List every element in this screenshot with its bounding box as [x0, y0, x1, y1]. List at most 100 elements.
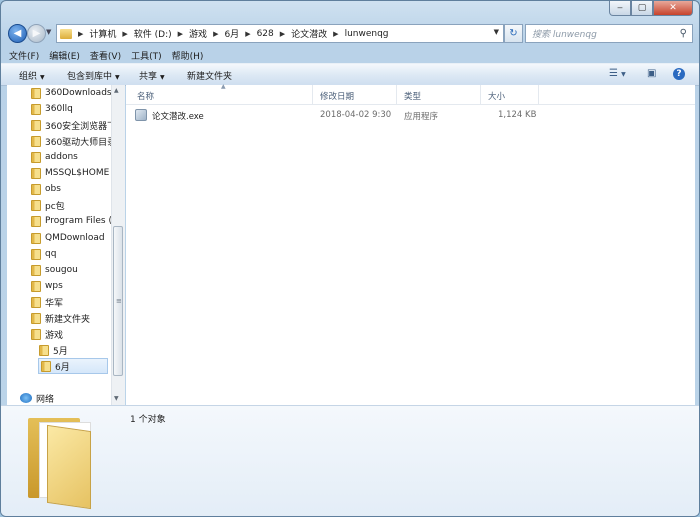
tree-item[interactable]: Program Files (: [31, 213, 111, 229]
breadcrumb-computer[interactable]: 计算机: [89, 27, 116, 40]
tree-item[interactable]: 新建文件夹: [31, 310, 90, 326]
breadcrumb-628[interactable]: 628: [257, 29, 274, 39]
breadcrumb-drive[interactable]: 软件 (D:): [134, 27, 172, 40]
tree-item[interactable]: addons: [31, 149, 78, 165]
minimize-button[interactable]: ‒: [609, 1, 631, 16]
column-size[interactable]: 大小: [488, 90, 505, 102]
tree-item[interactable]: qq: [31, 246, 56, 262]
tree-item-label: obs: [45, 184, 61, 194]
tree-item-label: 华军: [45, 298, 64, 309]
breadcrumb-games[interactable]: 游戏: [189, 27, 207, 40]
forward-button[interactable]: ▶: [27, 24, 46, 43]
preview-pane-icon[interactable]: ▣: [647, 68, 656, 79]
close-button[interactable]: ✕: [653, 1, 693, 16]
tree-item-label: 网络: [36, 394, 55, 405]
chevron-right-icon[interactable]: ▶: [245, 30, 250, 38]
new-folder-button[interactable]: 新建文件夹: [187, 69, 232, 82]
chevron-right-icon[interactable]: ▶: [280, 30, 285, 38]
folder-icon: [31, 87, 41, 99]
tree-item-label: Program Files (: [45, 216, 111, 226]
chevron-right-icon[interactable]: ▶: [122, 30, 127, 38]
chevron-right-icon[interactable]: ▶: [178, 30, 183, 38]
address-bar[interactable]: ▶ 计算机 ▶ 软件 (D:) ▶ 游戏 ▶ 6月 ▶ 628 ▶ 论文潜改 ▶…: [56, 24, 504, 43]
breadcrumb-paper-edit[interactable]: 论文潜改: [291, 27, 327, 40]
file-row[interactable]: 论文潜改.exe 2018-04-02 9:30 应用程序 1,124 KB: [126, 107, 695, 123]
tree-item[interactable]: 360驱动大师目录: [31, 133, 111, 149]
folder-icon: [31, 151, 41, 163]
tree-item[interactable]: QMDownload: [31, 230, 105, 246]
sort-indicator-icon: ▲: [221, 83, 226, 90]
tree-item[interactable]: 360llq: [31, 101, 73, 117]
scrollbar-thumb[interactable]: ≡: [113, 226, 123, 376]
search-icon[interactable]: ⚲: [680, 28, 687, 39]
tree-item-games[interactable]: 游戏: [31, 326, 63, 342]
share-label: 共享: [139, 72, 158, 82]
recent-pages-dropdown[interactable]: ▼: [46, 28, 51, 36]
include-in-library-label: 包含到库中: [67, 72, 113, 82]
chevron-right-icon[interactable]: ▶: [333, 30, 338, 38]
column-header-row: ▲ 名称 修改日期 类型 大小: [126, 83, 695, 105]
folder-icon: [31, 135, 41, 147]
tree-item[interactable]: 360Downloads: [31, 85, 111, 101]
chevron-right-icon[interactable]: ▶: [78, 30, 83, 38]
organize-button[interactable]: 组织 ▼: [19, 69, 45, 82]
column-type[interactable]: 类型: [404, 90, 421, 102]
folder-icon: [31, 296, 41, 308]
menu-help[interactable]: 帮助(H): [172, 49, 204, 62]
tree-item-network[interactable]: 网络: [20, 390, 54, 405]
folder-icon: [31, 119, 41, 131]
menu-file[interactable]: 文件(F): [9, 49, 39, 62]
share-button[interactable]: 共享 ▼: [139, 69, 165, 82]
scroll-down-icon[interactable]: ▼: [114, 395, 119, 402]
folder-icon: [31, 248, 41, 260]
help-icon[interactable]: ?: [673, 68, 685, 80]
chevron-right-icon[interactable]: ▶: [213, 30, 218, 38]
column-modified[interactable]: 修改日期: [320, 90, 354, 102]
tree-item[interactable]: sougou: [31, 262, 78, 278]
tree-item[interactable]: MSSQL$HOME: [31, 165, 109, 181]
folder-icon: [31, 167, 41, 179]
chevron-down-icon: ▼: [40, 74, 45, 81]
folder-icon: [31, 280, 41, 292]
file-modified: 2018-04-02 9:30: [320, 110, 392, 120]
column-divider[interactable]: [538, 85, 539, 104]
tree-item-label: 360安全浏览器下: [45, 121, 111, 132]
nav-pane-scrollbar[interactable]: ▲ ≡ ▼: [111, 85, 125, 405]
organize-label: 组织: [19, 72, 38, 82]
tree-item-may[interactable]: 5月: [39, 342, 68, 358]
refresh-button[interactable]: ↻: [504, 24, 523, 43]
file-name[interactable]: 论文潜改.exe: [152, 110, 204, 122]
menu-bar: 文件(F) 编辑(E) 查看(V) 工具(T) 帮助(H): [1, 47, 699, 63]
menu-edit[interactable]: 编辑(E): [49, 49, 80, 62]
tree-item[interactable]: obs: [31, 181, 61, 197]
folder-icon: [31, 215, 41, 227]
folder-icon: [60, 28, 72, 39]
tree-item-june-selected[interactable]: 6月: [38, 358, 108, 374]
folder-icon: [31, 183, 41, 195]
menu-view[interactable]: 查看(V): [90, 49, 121, 62]
menu-tools[interactable]: 工具(T): [131, 49, 162, 62]
refresh-icon: ↻: [509, 28, 518, 39]
tree-item[interactable]: wps: [31, 278, 63, 294]
column-divider[interactable]: [480, 85, 481, 104]
search-box[interactable]: 搜索 lunwenqg ⚲: [525, 24, 693, 43]
tree-item[interactable]: 360安全浏览器下: [31, 117, 111, 133]
breadcrumb-june[interactable]: 6月: [224, 27, 239, 40]
back-button[interactable]: ◀: [8, 24, 27, 43]
search-input[interactable]: 搜索 lunwenqg: [532, 27, 680, 40]
view-options-icon[interactable]: ☰ ▼: [609, 68, 626, 79]
include-in-library-button[interactable]: 包含到库中 ▼: [67, 69, 120, 82]
tree-item-label: 新建文件夹: [45, 314, 91, 325]
tree-item-label: pc包: [45, 201, 65, 212]
column-divider[interactable]: [312, 85, 313, 104]
tree-item[interactable]: pc包: [31, 197, 65, 213]
column-divider[interactable]: [396, 85, 397, 104]
address-dropdown-icon[interactable]: ▼: [494, 28, 499, 36]
tree-item[interactable]: 华军: [31, 294, 63, 310]
maximize-button[interactable]: ▢: [631, 1, 653, 16]
column-name[interactable]: 名称: [137, 90, 154, 102]
breadcrumb-lunwenqg[interactable]: lunwenqg: [345, 29, 389, 39]
scroll-up-icon[interactable]: ▲: [114, 87, 119, 94]
tree-item-label: 游戏: [45, 330, 64, 341]
tree-item-label: MSSQL$HOME: [45, 168, 110, 178]
